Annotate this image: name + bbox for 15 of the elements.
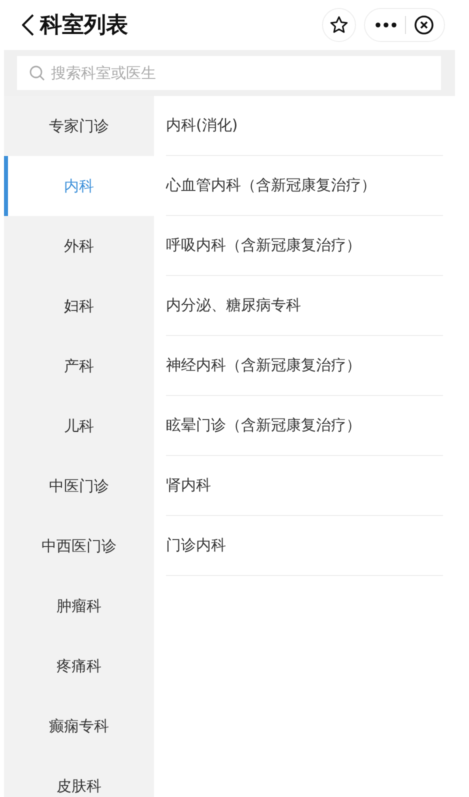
department-item[interactable]: 眩晕门诊（含新冠康复治疗） [166, 414, 361, 437]
search-field[interactable]: 搜索科室或医生 [17, 56, 441, 90]
department-item[interactable]: 神经内科（含新冠康复治疗） [166, 354, 361, 377]
department-item[interactable]: 肾内科 [166, 474, 211, 497]
star-icon [329, 15, 349, 35]
department-item[interactable]: 内科(消化) [166, 114, 238, 137]
department-item[interactable]: 内分泌、糖尿病专科 [166, 294, 301, 317]
back-icon[interactable] [22, 14, 34, 36]
more-icon[interactable] [375, 22, 397, 28]
page-title: 科室列表 [40, 12, 128, 40]
close-icon[interactable] [414, 15, 434, 35]
department-item[interactable]: 呼吸内科（含新冠康复治疗） [166, 234, 361, 257]
department-item[interactable]: 门诊内科 [166, 534, 226, 557]
favorite-button[interactable] [322, 8, 356, 42]
department-item[interactable]: 心血管内科（含新冠康复治疗） [166, 174, 376, 197]
